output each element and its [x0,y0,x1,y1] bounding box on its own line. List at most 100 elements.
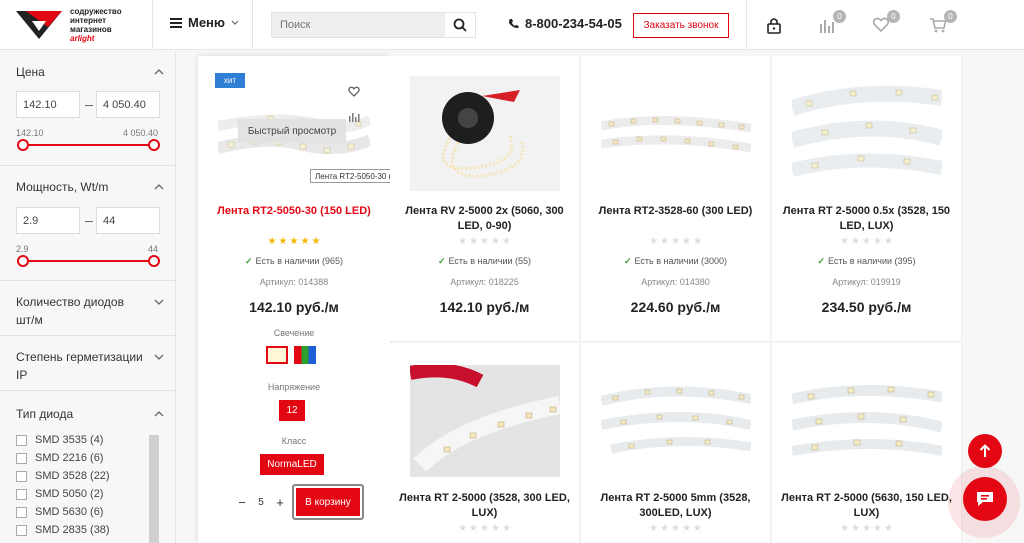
star-icon: ★ [840,523,850,534]
checkbox[interactable] [16,506,27,518]
product-card-featured[interactable]: хит Быстрый просмотр Лента RT2-5050-30 (… [198,56,390,543]
product-card[interactable]: Лента RT 2-5000 (5630, 150 LED, LUX) ★ ★ ★… [772,343,962,543]
star-icon: ★ [490,236,500,247]
class-option[interactable]: NormaLED [260,454,324,475]
add-to-cart-button[interactable]: В корзину [292,484,364,520]
led-strip-image [792,85,942,177]
filter-diode-type-title[interactable]: Тип диода [16,405,73,423]
product-card[interactable]: Лента RT 2-5000 0.5x (3528, 150 LED, LUX… [772,56,962,342]
qty-plus-button[interactable]: + [272,495,288,510]
option-label: SMD 3535 (4) [35,434,104,446]
chevron-up-icon[interactable] [154,67,164,77]
search-button[interactable] [445,13,475,37]
product-title[interactable]: Лента RT 2-5000 (3528, 300 LED, LUX) [390,491,579,521]
quick-view-button[interactable]: Быстрый просмотр [238,119,346,143]
filter-power: Мощность, Wt/m 2.9 44 2.9 44 [0,166,176,281]
scrollbar-thumb[interactable] [149,435,159,543]
product-title[interactable]: Лента RT 2-5000 5mm (3528, 300LED, LUX) [581,491,770,521]
star-icon: ★ [469,236,479,247]
favorites-button[interactable]: 0 [870,10,900,36]
product-price: 224.60 руб./м [630,299,721,315]
qty-value[interactable]: 5 [250,497,272,508]
power-max-handle[interactable] [148,255,160,267]
chat-icon [977,492,993,506]
product-image[interactable] [601,106,751,166]
price-min-handle[interactable] [17,139,29,151]
compare-icon[interactable] [348,111,360,123]
price-min-input[interactable]: 142.10 [16,91,80,118]
phone-number[interactable]: 8-800-234-54-05 [508,16,622,31]
star-icon: ★ [490,523,500,534]
chat-button[interactable] [963,477,1007,521]
product-title[interactable]: Лента RV 2-5000 2x (5060, 300 LED, 0-90) [390,204,579,234]
stock-status: ✓ Есть в наличии (3000) [581,256,770,267]
color-swatch-rgb[interactable] [294,346,316,364]
diode-type-option[interactable]: SMD 2835 (38) [16,524,110,536]
price-range-track[interactable] [22,144,154,146]
checkbox[interactable] [16,470,27,482]
cart-button[interactable]: 0 [927,10,957,36]
power-min-input[interactable]: 2.9 [16,207,80,234]
power-min-handle[interactable] [17,255,29,267]
diode-type-option[interactable]: SMD 2216 (6) [16,452,103,464]
product-image[interactable] [410,76,560,191]
cart-count-badge: 0 [944,10,957,23]
heart-icon[interactable] [348,86,360,97]
filter-power-title[interactable]: Мощность, Wt/m [16,178,108,196]
menu-button[interactable]: Меню [170,15,239,30]
checkbox[interactable] [16,434,27,446]
product-price: 142.10 руб./м [439,299,530,315]
chevron-down-icon[interactable] [154,352,164,362]
diode-type-option[interactable]: SMD 5050 (2) [16,488,103,500]
stock-text: Есть в наличии (55) [448,256,532,266]
checkbox[interactable] [16,488,27,500]
filter-diodes[interactable]: Количество диодов шт/м [0,281,176,336]
filter-protection[interactable]: Степень герметизации IP [0,336,176,391]
scroll-to-top-button[interactable] [968,434,1002,468]
filter-protection-title: Степень герметизации IP [16,350,143,382]
chevron-up-icon[interactable] [154,182,164,192]
product-image[interactable] [410,365,560,477]
price-max-label: 4 050.40 [123,128,159,138]
callback-button[interactable]: Заказать звонок [633,13,729,38]
product-card[interactable]: Лента RT 2-5000 (3528, 300 LED, LUX) ★ ★ ★… [390,343,580,543]
star-icon: ★ [692,236,702,247]
chevron-up-icon[interactable] [154,409,164,419]
voltage-option[interactable]: 12 [279,400,305,421]
compare-count-badge: 0 [833,10,846,23]
account-button[interactable] [763,14,785,36]
price-max-input[interactable]: 4 050.40 [96,91,160,118]
diode-type-option[interactable]: SMD 3528 (22) [16,470,110,482]
product-title[interactable]: Лента RT2-5050-30 (150 LED) [198,204,390,219]
power-range-track[interactable] [22,260,154,262]
product-card[interactable]: Лента RV 2-5000 2x (5060, 300 LED, 0-90)… [390,56,580,342]
power-max-input[interactable]: 44 [96,207,160,234]
rating-stars: ★ ★ ★ ★ ★ [772,236,961,247]
checkbox[interactable] [16,452,27,464]
product-title[interactable]: Лента RT 2-5000 0.5x (3528, 150 LED, LUX… [772,204,961,234]
product-image[interactable] [601,379,751,459]
star-icon: ★ [289,236,299,247]
filter-price-title[interactable]: Цена [16,63,45,81]
search-input[interactable] [272,13,442,37]
price-max-handle[interactable] [148,139,160,151]
star-icon: ★ [649,236,659,247]
diode-type-option[interactable]: SMD 3535 (4) [16,434,103,446]
star-icon: ★ [883,523,893,534]
chevron-down-icon[interactable] [154,297,164,307]
filter-scrollbar[interactable] [149,435,159,543]
led-strip-image [792,384,942,456]
product-title[interactable]: Лента RT 2-5000 (5630, 150 LED, LUX) [772,491,961,521]
checkbox[interactable] [16,524,27,536]
product-title[interactable]: Лента RT2-3528-60 (300 LED) [581,204,770,219]
product-card[interactable]: Лента RT2-3528-60 (300 LED) ★ ★ ★ ★ ★ ✓ Есть … [581,56,771,342]
logo[interactable]: содружество интернет магазинов arlight [14,5,154,45]
compare-button[interactable]: 0 [816,10,846,36]
product-image[interactable] [792,78,942,183]
rating-stars: ★ ★ ★ ★ ★ [390,523,579,534]
diode-type-option[interactable]: SMD 5630 (6) [16,506,103,518]
qty-minus-button[interactable]: − [234,495,250,510]
product-image[interactable] [792,379,942,463]
color-swatch-warm[interactable] [266,346,288,364]
product-card[interactable]: Лента RT 2-5000 5mm (3528, 300LED, LUX) … [581,343,771,543]
